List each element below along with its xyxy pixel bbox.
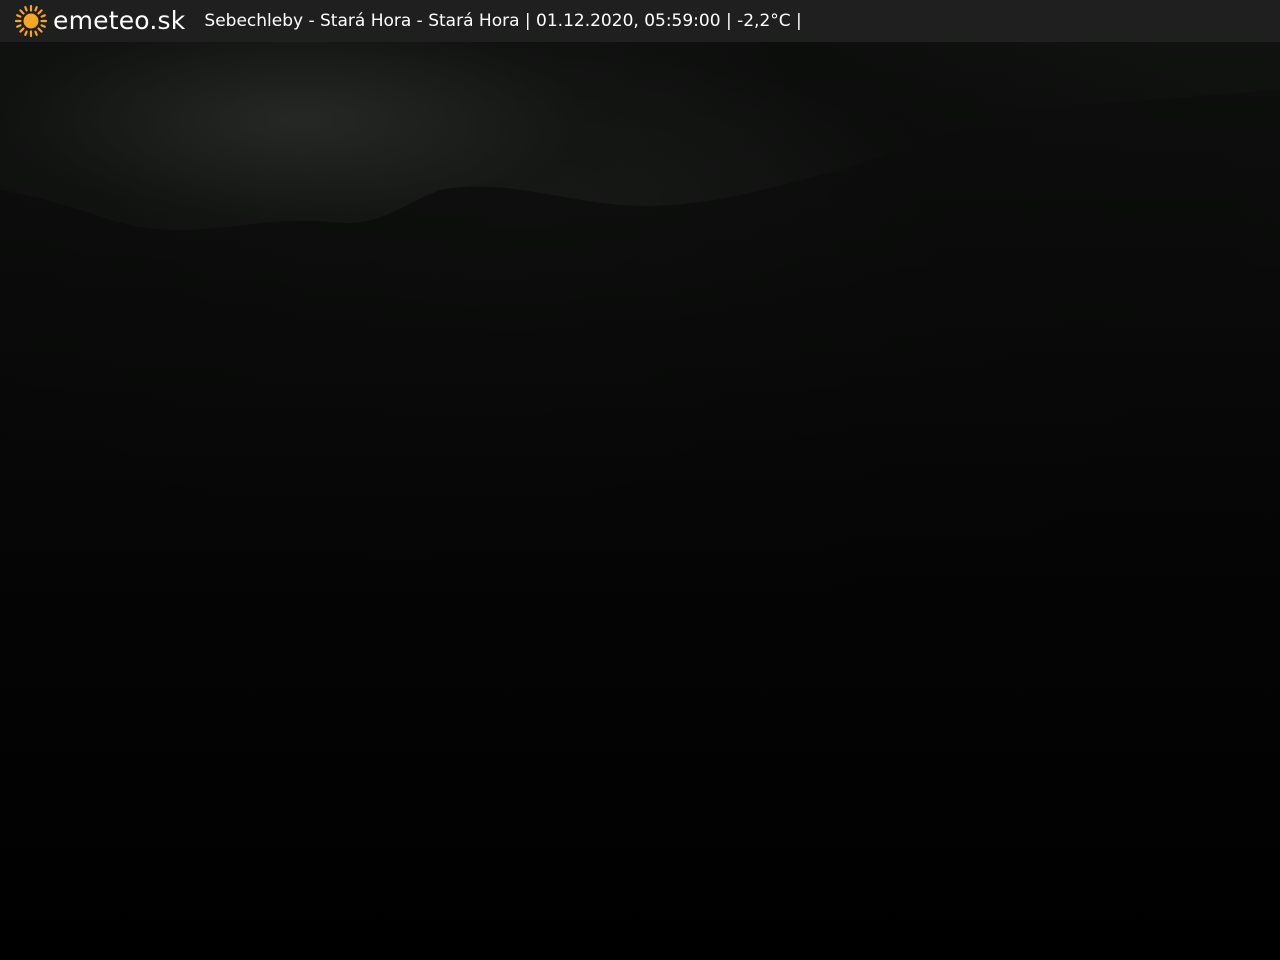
separator: | <box>524 11 531 31</box>
horizon-ridge <box>0 90 1280 960</box>
separator: | <box>725 11 732 31</box>
timestamp: 01.12.2020, 05:59:00 <box>536 11 721 31</box>
temperature: -2,2°C <box>737 11 791 31</box>
webcam-caption: Sebechleby - Stará Hora - Stará Hora | 0… <box>204 0 801 42</box>
location-name: Sebechleby - Stará Hora - Stará Hora <box>204 11 520 31</box>
sun-icon <box>14 4 48 38</box>
emeteo-logo[interactable]: emeteo.sk <box>14 0 185 42</box>
webcam-image: emeteo.sk Sebechleby - Stará Hora - Star… <box>0 0 1280 960</box>
separator: | <box>796 11 802 31</box>
brand-name: emeteo.sk <box>53 6 186 35</box>
caption-bar: emeteo.sk Sebechleby - Stará Hora - Star… <box>0 0 1280 42</box>
